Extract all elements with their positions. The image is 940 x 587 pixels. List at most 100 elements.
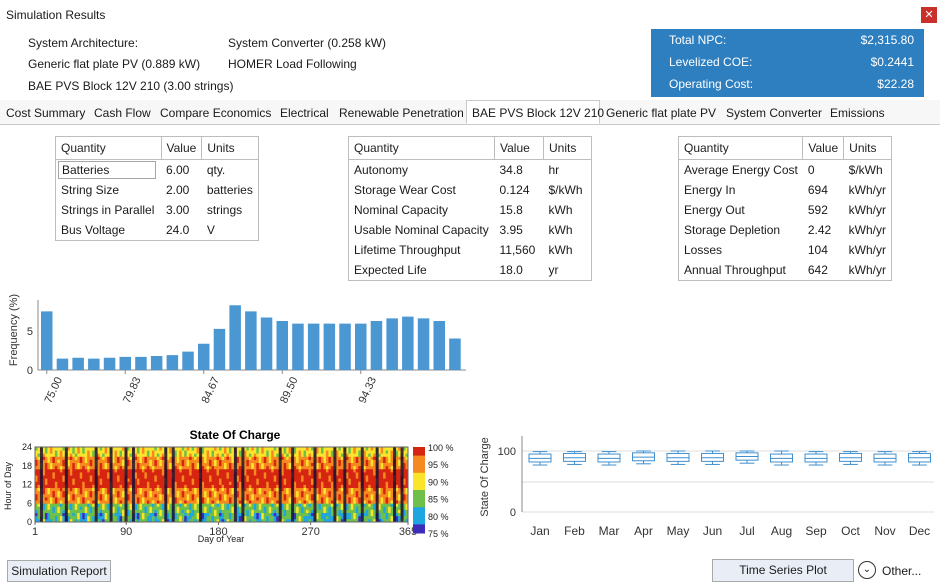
heatmap-cell — [385, 468, 389, 473]
heatmap-cell — [353, 487, 357, 492]
table-cell: 2.00 — [166, 183, 190, 197]
table-row[interactable]: Annual Throughput 642 kWh/yr — [679, 260, 892, 281]
table-cell-selected[interactable]: Batteries — [58, 161, 156, 179]
heatmap-cell — [141, 462, 145, 467]
table-row[interactable]: Storage Depletion 2.42 kWh/yr — [679, 220, 892, 240]
heatmap-cell — [373, 503, 377, 507]
tab-electrical[interactable]: Electrical — [275, 100, 334, 124]
table-row[interactable]: Storage Wear Cost 0.124 $/kWh — [349, 180, 592, 200]
close-icon[interactable]: ✕ — [921, 7, 937, 23]
tab-converter[interactable]: System Converter — [721, 100, 827, 124]
heatmap-cell — [144, 509, 148, 514]
heatmap-cell — [149, 475, 153, 479]
heatmap-cell — [238, 506, 242, 510]
col-header-units[interactable]: Units — [543, 136, 592, 160]
heatmap-cell — [348, 500, 352, 504]
heatmap-cell — [181, 506, 185, 510]
table-row[interactable]: Energy Out 592 kWh/yr — [679, 200, 892, 220]
tab-cash-flow[interactable]: Cash Flow — [89, 100, 156, 124]
col-header-units[interactable]: Units — [843, 136, 892, 160]
heatmap-cell — [253, 472, 257, 476]
tab-renewable-penetration[interactable]: Renewable Penetration — [334, 100, 469, 124]
heatmap-cell — [266, 453, 270, 457]
heatmap-cell — [77, 456, 81, 460]
heatmap-cell — [141, 450, 145, 454]
heatmap-cell — [353, 453, 357, 457]
heatmap-cell — [221, 500, 225, 504]
table-row[interactable]: Nominal Capacity 15.8 kWh — [349, 200, 592, 220]
heatmap-cell — [353, 515, 357, 520]
heatmap-cell — [253, 509, 257, 514]
col-header-value[interactable]: Value — [160, 136, 203, 160]
col-header-quantity[interactable]: Quantity — [677, 136, 804, 160]
table-row[interactable]: Energy In 694 kWh/yr — [679, 180, 892, 200]
heatmap-cell — [355, 500, 359, 504]
heatmap-cell — [358, 515, 362, 520]
heatmap-cell — [398, 468, 401, 473]
table-row[interactable]: Losses 104 kWh/yr — [679, 240, 892, 260]
table-row[interactable]: Bus Voltage 24.0 V — [56, 220, 259, 241]
heatmap-cell — [231, 459, 235, 464]
heatmap-cell — [223, 475, 227, 479]
heatmap-cell — [385, 487, 389, 492]
heatmap-cell — [114, 503, 118, 507]
col-header-value[interactable]: Value — [494, 136, 544, 160]
heatmap-cell — [268, 490, 272, 495]
heatmap-cell — [114, 459, 118, 464]
other-options-link[interactable]: Other... — [882, 564, 921, 578]
heatmap-cell — [373, 450, 377, 454]
heatmap-cell — [156, 500, 160, 504]
heatmap-cell — [303, 468, 307, 473]
heatmap-cell — [325, 490, 329, 495]
table-row[interactable]: Batteries 6.00 qty. — [56, 160, 259, 181]
heatmap-dark-band — [94, 447, 98, 522]
heatmap-cell — [373, 456, 377, 460]
time-series-plot-button[interactable]: Time Series Plot — [712, 559, 854, 582]
heatmap-cell — [323, 506, 327, 510]
table-row[interactable]: Expected Life 18.0 yr — [349, 260, 592, 281]
tab-cost-summary[interactable]: Cost Summary — [1, 100, 90, 124]
heatmap-cell — [154, 453, 158, 457]
heatmap-cell — [368, 447, 372, 451]
heatmap-cell — [104, 493, 108, 498]
heatmap-cell — [79, 475, 83, 479]
table-row[interactable]: Lifetime Throughput 11,560 kWh — [349, 240, 592, 260]
col-header-value[interactable]: Value — [802, 136, 845, 160]
heatmap-cell — [350, 447, 354, 451]
heatmap-cell — [350, 478, 354, 482]
chevron-down-circle-icon[interactable]: ⌄ — [858, 561, 876, 579]
tab-compare-economics[interactable]: Compare Economics — [155, 100, 276, 124]
col-header-quantity[interactable]: Quantity — [55, 136, 162, 160]
table-row[interactable]: String Size 2.00 batteries — [56, 180, 259, 200]
simulation-report-button[interactable]: Simulation Report — [7, 560, 111, 582]
heatmap-cell — [204, 490, 207, 495]
table-row[interactable]: Average Energy Cost 0 $/kWh — [679, 160, 892, 181]
heatmap-cell — [221, 503, 225, 507]
heatmap-cell — [92, 459, 96, 464]
heatmap-cell — [154, 465, 158, 470]
col-header-quantity[interactable]: Quantity — [348, 136, 495, 160]
heatmap-cell — [191, 509, 195, 514]
heatmap-cell — [191, 515, 195, 520]
heatmap-cell — [176, 453, 180, 457]
col-header-units[interactable]: Units — [201, 136, 259, 160]
tab-battery[interactable]: BAE PVS Block 12V 210 — [466, 100, 604, 124]
heatmap-cell — [44, 500, 48, 504]
heatmap-cell — [216, 487, 220, 492]
heatmap-cell — [308, 484, 312, 489]
heatmap-cell — [92, 462, 96, 467]
tab-emissions[interactable]: Emissions — [825, 100, 890, 124]
heatmap-cell — [62, 462, 66, 467]
heatmap-cell — [328, 497, 332, 501]
table-row[interactable]: Strings in Parallel 3.00 strings — [56, 200, 259, 220]
heatmap-cell — [84, 484, 88, 489]
heatmap-cell — [296, 459, 299, 464]
heatmap-cell — [221, 512, 225, 517]
table-row[interactable]: Usable Nominal Capacity 3.95 kWh — [349, 220, 592, 240]
heatmap-cell — [226, 512, 230, 517]
table-row[interactable]: Autonomy 34.8 hr — [349, 160, 592, 181]
tab-pv[interactable]: Generic flat plate PV — [601, 100, 721, 124]
heatmap-cell — [253, 515, 257, 520]
table-cell: Nominal Capacity — [354, 203, 449, 217]
heatmap-cell — [370, 497, 374, 501]
